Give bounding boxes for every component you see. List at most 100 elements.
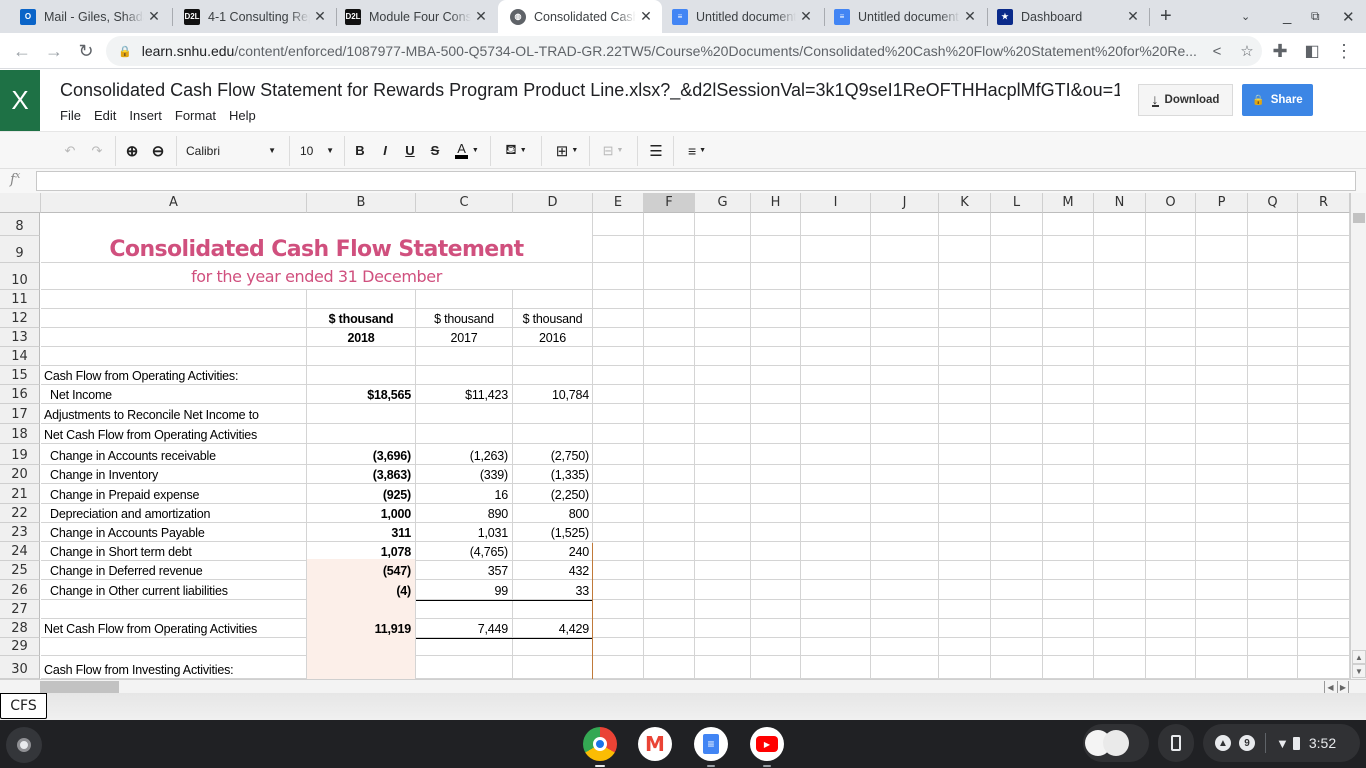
row-header-20[interactable]: 20 [0, 465, 40, 484]
value-2016[interactable]: (1,525) [513, 523, 593, 542]
browser-tab-module-four[interactable]: D2L Module Four Consolidated ✕ [333, 0, 497, 33]
row-header-25[interactable]: 25 [0, 561, 40, 580]
row-header-23[interactable]: 23 [0, 523, 40, 542]
forward-icon[interactable]: → [42, 39, 66, 63]
undo-icon[interactable]: ↶ [60, 132, 80, 169]
minimize-icon[interactable]: _ [1283, 0, 1291, 33]
value-2018[interactable] [307, 424, 415, 444]
column-header-i[interactable]: I [801, 193, 871, 213]
value-2016[interactable]: 10,784 [513, 385, 593, 404]
value-2017[interactable] [416, 404, 512, 424]
column-header-b[interactable]: B [307, 193, 416, 213]
unit-header-2017[interactable]: $ thousand [416, 309, 512, 328]
value-2016[interactable]: 432 [513, 561, 593, 580]
spreadsheet-grid[interactable]: ABCDEFGHIJKLMNOPQR 8 9 10 11 12 13 14 15 16 17 18 1… [0, 193, 1350, 679]
line-label[interactable]: Cash Flow from Investing Activities: [41, 656, 307, 679]
column-header-e[interactable]: E [593, 193, 644, 213]
row-header-24[interactable]: 24 [0, 542, 40, 561]
value-2017[interactable]: 357 [416, 561, 512, 580]
horizontal-scroll-thumb[interactable] [40, 681, 119, 693]
row-header-14[interactable]: 14 [0, 347, 40, 366]
browser-tab-consulting-report[interactable]: D2L 4-1 Consulting Report ✕ [172, 0, 336, 33]
value-2018[interactable] [307, 638, 415, 656]
row-header-28[interactable]: 28 [0, 619, 40, 638]
value-2018[interactable] [307, 600, 415, 619]
value-2017[interactable] [416, 424, 512, 444]
line-label[interactable]: Net Cash Flow from Operating Activities [41, 619, 307, 638]
row-header-10[interactable]: 10 [0, 263, 40, 290]
column-header-l[interactable]: L [991, 193, 1043, 213]
value-2017[interactable] [416, 638, 512, 656]
extensions-puzzle-icon[interactable]: ✚ [1268, 39, 1292, 63]
scroll-down-arrow[interactable]: ▼ [1352, 664, 1366, 678]
close-tab-icon[interactable]: ✕ [310, 8, 330, 25]
column-header-a[interactable]: A [41, 193, 307, 213]
value-2016[interactable]: (1,335) [513, 465, 593, 484]
bold-button[interactable]: B [352, 132, 368, 169]
reload-icon[interactable]: ↻ [74, 39, 98, 63]
line-label[interactable]: Change in Inventory [41, 465, 307, 484]
row-header-11[interactable]: 11 [0, 290, 40, 309]
menu-format[interactable]: Format [175, 108, 216, 123]
row-header-13[interactable]: 13 [0, 328, 40, 347]
statement-subtitle[interactable]: for the year ended 31 December [41, 263, 592, 290]
column-header-k[interactable]: K [939, 193, 991, 213]
value-2017[interactable]: 99 [416, 580, 512, 600]
close-tab-icon[interactable]: ✕ [471, 8, 491, 25]
scroll-left-arrow[interactable]: ◀ [1324, 681, 1336, 693]
value-2016[interactable] [513, 638, 593, 656]
launcher-button[interactable] [6, 727, 42, 763]
value-2018[interactable]: (3,696) [307, 444, 415, 465]
column-header-g[interactable]: G [695, 193, 751, 213]
row-header-27[interactable]: 27 [0, 600, 40, 619]
value-2018[interactable]: 1,000 [307, 504, 415, 523]
close-tab-icon[interactable]: ✕ [144, 8, 164, 25]
vertical-scroll-thumb[interactable] [1353, 213, 1365, 223]
year-header-2018[interactable]: 2018 [307, 328, 415, 347]
value-2018[interactable] [307, 656, 415, 679]
column-header-p[interactable]: P [1196, 193, 1248, 213]
value-2018[interactable]: (4) [307, 580, 415, 600]
column-header-h[interactable]: H [751, 193, 801, 213]
phone-hub-button[interactable] [1158, 724, 1194, 762]
side-panel-icon[interactable]: ◧ [1300, 39, 1324, 63]
status-tray[interactable]: ▲ 9 ▼ 3:52 [1203, 724, 1360, 762]
line-label[interactable] [41, 600, 307, 619]
browser-tab-consolidated-cash[interactable]: ◍ Consolidated Cash Flow ✕ [498, 0, 662, 33]
vertical-scrollbar[interactable]: ▲ ▼ [1350, 193, 1366, 679]
column-header-c[interactable]: C [416, 193, 513, 213]
value-2018[interactable]: (925) [307, 484, 415, 504]
value-2017[interactable]: 1,031 [416, 523, 512, 542]
holding-space-tray[interactable] [1083, 724, 1149, 762]
strikethrough-button[interactable]: S [427, 132, 443, 169]
align-button[interactable]: ≡ ▼ [682, 132, 712, 169]
column-header-j[interactable]: J [871, 193, 939, 213]
select-all-corner[interactable] [0, 193, 41, 213]
row-header-12[interactable]: 12 [0, 309, 40, 328]
column-header-q[interactable]: Q [1248, 193, 1298, 213]
scroll-up-arrow[interactable]: ▲ [1352, 650, 1366, 664]
wrap-text-icon[interactable]: ☰ [646, 132, 666, 169]
row-header-22[interactable]: 22 [0, 504, 40, 523]
row-header-8[interactable]: 8 [0, 213, 40, 236]
column-header-m[interactable]: M [1043, 193, 1094, 213]
value-2017[interactable]: 16 [416, 484, 512, 504]
value-2017[interactable] [416, 366, 512, 385]
browser-menu-icon[interactable]: ⋮ [1332, 39, 1356, 63]
browser-tab-untitled-doc-2[interactable]: ≡ Untitled document ✕ [822, 0, 986, 33]
line-label[interactable]: Change in Short term debt [41, 542, 307, 561]
google-docs-app-icon[interactable]: ≡ [694, 727, 728, 767]
merge-cells-button[interactable]: ⊟ ▼ [596, 132, 630, 169]
row-header-15[interactable]: 15 [0, 366, 40, 385]
value-2016[interactable]: 4,429 [513, 619, 593, 638]
value-2018[interactable]: 311 [307, 523, 415, 542]
row-header-17[interactable]: 17 [0, 404, 40, 424]
value-2018[interactable]: $18,565 [307, 385, 415, 404]
row-header-18[interactable]: 18 [0, 424, 40, 444]
share-page-icon[interactable]: < [1202, 43, 1232, 60]
value-2016[interactable] [513, 600, 593, 619]
line-label[interactable]: Cash Flow from Operating Activities: [41, 366, 307, 385]
value-2018[interactable]: (3,863) [307, 465, 415, 484]
value-2017[interactable]: 7,449 [416, 619, 512, 638]
column-header-d[interactable]: D [513, 193, 593, 213]
